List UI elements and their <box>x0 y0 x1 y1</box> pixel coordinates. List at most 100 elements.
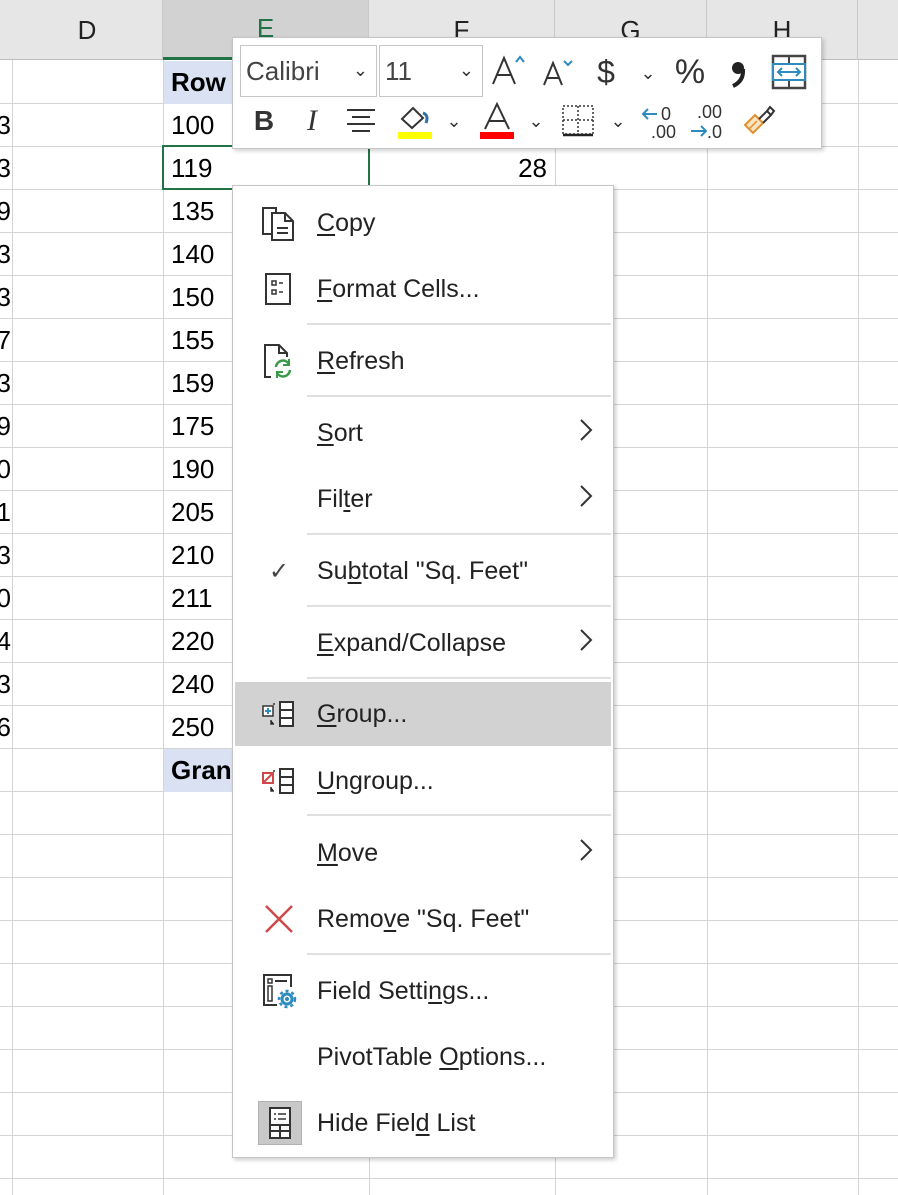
accounting-format-button[interactable]: $ <box>588 50 624 94</box>
mini-toolbar: Calibri ⌄ 11 ⌄ $ ⌄ % B I ⌄ ⌄ ⌄ 0.00 .00.… <box>232 37 822 149</box>
format-painter-button[interactable] <box>738 98 780 144</box>
font-size-dropdown[interactable]: 11 ⌄ <box>379 45 483 97</box>
menu-separator <box>307 395 611 397</box>
menu-item-label: Refresh <box>317 347 405 376</box>
column-c-partial-value[interactable]: 1 <box>0 491 11 534</box>
center-align-button[interactable] <box>341 100 381 142</box>
menu-separator <box>307 533 611 535</box>
menu-separator <box>307 323 611 325</box>
menu-item-move[interactable]: Move <box>235 820 611 886</box>
context-menu: Copy Format Cells... Refresh Sort Filter ✓ Sub… <box>232 185 614 1158</box>
comma-style-button[interactable] <box>721 50 755 94</box>
column-c-partial-value[interactable]: 6 <box>0 706 11 749</box>
column-header-d[interactable]: D <box>12 0 163 60</box>
column-c-partial-value[interactable]: 0 <box>0 448 11 491</box>
menu-item-label: Copy <box>317 209 375 238</box>
font-color-button[interactable] <box>476 98 518 144</box>
menu-label-text: Field Setti <box>317 976 429 1005</box>
row-gridline <box>0 1178 898 1179</box>
menu-label-text: Fil <box>317 484 344 513</box>
chevron-down-icon: ⌄ <box>640 62 656 83</box>
menu-accelerator-key: C <box>317 208 336 237</box>
menu-item-label: Format Cells... <box>317 275 480 304</box>
column-c-partial-value[interactable]: 3 <box>0 362 11 405</box>
percent-style-button[interactable]: % <box>668 50 712 94</box>
refresh-icon <box>259 341 299 381</box>
menu-item-field-settings[interactable]: Field Settings... <box>235 958 611 1024</box>
column-c-partial-value[interactable]: 9 <box>0 405 11 448</box>
column-gridline <box>12 60 13 1195</box>
menu-label-text: roup... <box>336 699 408 728</box>
bold-icon: B <box>253 105 275 136</box>
column-c-partial-value[interactable]: 0 <box>0 577 11 620</box>
fill-color-button[interactable] <box>393 98 437 144</box>
menu-item-copy[interactable]: Copy <box>235 190 611 256</box>
italic-icon: I <box>307 104 317 137</box>
autofit-icon <box>771 54 807 90</box>
column-c-partial-value[interactable]: 7 <box>0 319 11 362</box>
menu-item-remove[interactable]: Remove "Sq. Feet" <box>235 886 611 952</box>
column-c-partial-value[interactable]: 3 <box>0 276 11 319</box>
column-c-partial-value[interactable]: 4 <box>0 620 11 663</box>
column-c-partial-value[interactable]: 9 <box>0 190 11 233</box>
decrease-font-size-button[interactable] <box>538 52 578 92</box>
menu-item-filter[interactable]: Filter <box>235 466 611 532</box>
menu-label-text: er <box>350 484 373 513</box>
column-c-partial-value[interactable]: 3 <box>0 233 11 276</box>
svg-text:.00: .00 <box>697 102 722 122</box>
ungroup-icon <box>259 761 299 801</box>
menu-label-text: xpand/Collapse <box>333 628 507 657</box>
menu-accelerator-key: v <box>383 904 397 933</box>
field-settings-icon <box>259 971 299 1011</box>
column-c-partial-value[interactable]: 3 <box>0 663 11 706</box>
comma-icon <box>732 62 746 88</box>
column-c-partial-value[interactable]: 3 <box>0 147 11 190</box>
menu-item-group[interactable]: Group... <box>235 682 611 746</box>
font-name-value: Calibri <box>246 55 320 86</box>
accounting-format-dropdown[interactable]: ⌄ <box>633 58 663 88</box>
menu-item-hide-field-list[interactable]: Hide Field List <box>235 1090 611 1156</box>
menu-label-text: e "Sq. Feet" <box>396 904 530 933</box>
autofit-column-button[interactable] <box>769 52 809 92</box>
increase-font-size-button[interactable] <box>488 50 530 92</box>
menu-item-expand-collapse[interactable]: Expand/Collapse <box>235 610 611 676</box>
menu-accelerator-key: d <box>415 1108 430 1137</box>
borders-dropdown[interactable]: ⌄ <box>605 106 631 136</box>
font-name-dropdown[interactable]: Calibri ⌄ <box>240 45 377 97</box>
italic-button[interactable]: I <box>293 100 331 142</box>
group-icon <box>259 694 299 734</box>
menu-item-subtotal[interactable]: ✓ Subtotal "Sq. Feet" <box>235 538 611 604</box>
column-c-partial-value[interactable]: 3 <box>0 104 11 147</box>
font-color-dropdown[interactable]: ⌄ <box>523 106 549 136</box>
chevron-down-icon: ⌄ <box>458 60 474 80</box>
increase-decimal-button[interactable]: 0.00 <box>638 98 680 144</box>
column-header-i[interactable] <box>858 0 898 60</box>
menu-label-text: ngroup... <box>335 766 434 795</box>
menu-item-label: PivotTable Options... <box>317 1043 546 1072</box>
chevron-down-icon: ⌄ <box>352 60 368 80</box>
pivot-value-cell[interactable]: 28 <box>370 147 555 190</box>
fill-color-icon <box>398 106 432 139</box>
menu-label-text: gs... <box>442 976 490 1005</box>
menu-separator <box>307 814 611 816</box>
menu-item-label: Move <box>317 839 378 868</box>
menu-accelerator-key: S <box>317 418 334 447</box>
menu-item-pivottable-options[interactable]: PivotTable Options... <box>235 1024 611 1090</box>
chevron-right-icon <box>579 628 593 658</box>
menu-accelerator-key: F <box>317 274 333 303</box>
menu-label-text: Remo <box>317 904 384 933</box>
fill-color-dropdown[interactable]: ⌄ <box>441 106 467 136</box>
column-c-partial-value[interactable]: 3 <box>0 534 11 577</box>
decrease-decimal-button[interactable]: .00.0 <box>688 98 730 144</box>
svg-text:.0: .0 <box>707 122 722 142</box>
menu-item-sort[interactable]: Sort <box>235 400 611 466</box>
borders-button[interactable] <box>558 100 598 142</box>
menu-item-refresh[interactable]: Refresh <box>235 328 611 394</box>
bold-button[interactable]: B <box>245 100 283 142</box>
menu-item-format-cells[interactable]: Format Cells... <box>235 256 611 322</box>
menu-item-label: Field Settings... <box>317 977 489 1006</box>
menu-label-text: total "Sq. Feet" <box>361 556 528 585</box>
menu-item-ungroup[interactable]: Ungroup... <box>235 748 611 814</box>
menu-accelerator-key: O <box>439 1042 459 1071</box>
menu-item-label: Remove "Sq. Feet" <box>317 905 529 934</box>
